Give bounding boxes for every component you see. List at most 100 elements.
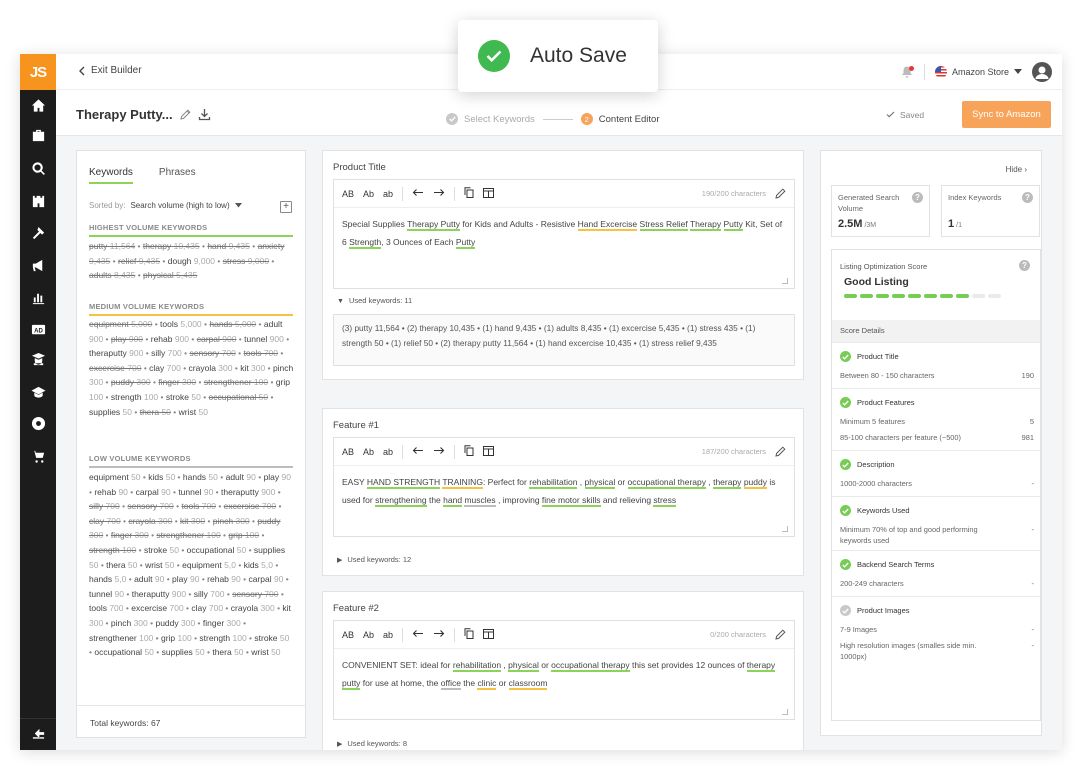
keyword-item[interactable]: silly 700 xyxy=(151,348,182,358)
hide-panel-button[interactable]: Hide › xyxy=(1006,165,1027,174)
keyword-item[interactable]: finger 300 xyxy=(203,618,241,628)
bell-icon[interactable] xyxy=(900,65,914,79)
download-icon[interactable] xyxy=(198,108,211,121)
used-keywords-toggle[interactable]: ▶ Used keywords: 8 xyxy=(337,739,407,748)
keyword-item[interactable]: sensory 700 xyxy=(232,589,278,599)
keyword-item[interactable]: sensory 700 xyxy=(127,501,173,511)
copy-icon[interactable] xyxy=(464,187,474,200)
keyword-item[interactable]: equipment 50 xyxy=(89,472,141,482)
keyword-item[interactable]: tools 5,000 xyxy=(160,319,202,329)
keyword-item[interactable]: excersise 700 xyxy=(224,501,276,511)
keyword-item[interactable]: strengthener 100 xyxy=(204,377,268,387)
keyword-item[interactable]: dough 9,000 xyxy=(168,256,215,266)
resize-handle[interactable] xyxy=(782,278,788,284)
keyword-item[interactable]: clay 700 xyxy=(149,363,181,373)
keyword-item[interactable]: putty 11,564 xyxy=(89,241,135,251)
keyword-item[interactable]: stroke 50 xyxy=(254,633,289,643)
keyword-item[interactable]: rehab 90 xyxy=(207,574,241,584)
editor-text[interactable]: EASY HAND STRENGTH TRAINING: Perfect for… xyxy=(334,466,794,516)
capitalize-button[interactable]: Ab xyxy=(363,447,374,457)
keyword-item[interactable]: excercise 700 xyxy=(131,603,183,613)
sort-control[interactable]: Sorted by: Search volume (high to low) xyxy=(89,201,294,210)
keyword-item[interactable]: thera 50 xyxy=(212,647,243,657)
pencil-icon[interactable] xyxy=(775,446,786,459)
logo[interactable]: JS xyxy=(20,54,56,90)
keyword-item[interactable]: play 900 xyxy=(111,334,143,344)
castle-icon[interactable] xyxy=(20,185,56,215)
keyword-item[interactable]: stroke 50 xyxy=(144,545,179,555)
megaphone-icon[interactable] xyxy=(20,250,56,280)
lowercase-button[interactable]: ab xyxy=(383,189,393,199)
keyword-item[interactable]: finger 300 xyxy=(158,377,196,387)
keyword-item[interactable]: supplies 50 xyxy=(89,407,132,417)
preview-icon[interactable] xyxy=(483,628,495,641)
keyword-item[interactable]: carpal 90 xyxy=(136,487,171,497)
used-keywords-toggle[interactable]: ▶ Used keywords: 12 xyxy=(337,555,411,564)
keyword-item[interactable]: adult 90 xyxy=(134,574,164,584)
keyword-item[interactable]: kids 5,0 xyxy=(244,560,273,570)
uppercase-button[interactable]: AB xyxy=(342,189,354,199)
keyword-item[interactable]: hands 5,0 xyxy=(89,574,126,584)
preview-icon[interactable] xyxy=(483,445,495,458)
briefcase-icon[interactable] xyxy=(20,120,56,150)
keyword-item[interactable]: rehab 900 xyxy=(151,334,189,344)
undo-icon[interactable] xyxy=(412,188,424,199)
lowercase-button[interactable]: ab xyxy=(383,447,393,457)
keyword-item[interactable]: hand 9,435 xyxy=(207,241,250,251)
keyword-item[interactable]: occupational 50 xyxy=(209,392,269,402)
uppercase-button[interactable]: AB xyxy=(342,630,354,640)
avatar[interactable] xyxy=(1032,62,1052,82)
keyword-item[interactable]: carpal 900 xyxy=(197,334,237,344)
home-icon[interactable] xyxy=(20,90,56,120)
keyword-item[interactable]: tunnel 900 xyxy=(244,334,284,344)
keyword-item[interactable]: wrist 50 xyxy=(145,560,174,570)
keyword-item[interactable]: hands 5,000 xyxy=(209,319,256,329)
keyword-item[interactable]: theraputty 900 xyxy=(89,348,143,358)
keyword-item[interactable]: therapy 10,435 xyxy=(143,241,200,251)
keyword-item[interactable]: rehab 90 xyxy=(94,487,128,497)
help-icon[interactable]: ? xyxy=(1022,192,1033,203)
keyword-item[interactable]: crayola 300 xyxy=(231,603,275,613)
keyword-item[interactable]: strength 100 xyxy=(199,633,246,643)
keyword-item[interactable]: play 90 xyxy=(264,472,291,482)
pencil-icon[interactable] xyxy=(775,188,786,201)
store-selector[interactable]: Amazon Store xyxy=(934,66,1022,78)
keyword-item[interactable]: finger 300 xyxy=(111,530,149,540)
tab-keywords[interactable]: Keywords xyxy=(89,167,133,184)
cart-icon[interactable] xyxy=(20,441,56,471)
keyword-item[interactable]: tools 700 xyxy=(89,603,124,613)
uppercase-button[interactable]: AB xyxy=(342,447,354,457)
keyword-item[interactable]: clay 700 xyxy=(191,603,223,613)
keyword-item[interactable]: relief 9,435 xyxy=(118,256,160,266)
add-keyword-button[interactable]: + xyxy=(280,201,292,213)
capitalize-button[interactable]: Ab xyxy=(363,630,374,640)
keyword-item[interactable]: physical 5,435 xyxy=(143,270,197,280)
keyword-item[interactable]: adults 8,435 xyxy=(89,270,135,280)
keyword-item[interactable]: theraputty 900 xyxy=(221,487,275,497)
keyword-item[interactable]: tunnel 90 xyxy=(178,487,213,497)
keyword-item[interactable]: tunnel 90 xyxy=(89,589,124,599)
keyword-item[interactable]: occupational 50 xyxy=(187,545,247,555)
student-icon[interactable] xyxy=(20,344,56,374)
keyword-item[interactable]: pinch 300 xyxy=(111,618,148,628)
keyword-item[interactable]: strengthener 100 xyxy=(89,633,153,643)
undo-icon[interactable] xyxy=(412,446,424,457)
sync-to-amazon-button[interactable]: Sync to Amazon xyxy=(962,101,1051,128)
keyword-item[interactable]: kit 300 xyxy=(180,516,205,526)
help-icon[interactable]: ? xyxy=(1019,260,1030,271)
keyword-item[interactable]: grip 100 xyxy=(161,633,192,643)
pencil-icon[interactable] xyxy=(179,109,191,120)
chrome-icon[interactable] xyxy=(20,408,56,438)
keyword-item[interactable]: grip 100 xyxy=(228,530,259,540)
keyword-item[interactable]: adult 90 xyxy=(226,472,256,482)
editor-text[interactable]: Special Supplies Therapy Putty for Kids … xyxy=(334,208,794,258)
resize-handle[interactable] xyxy=(782,526,788,532)
redo-icon[interactable] xyxy=(433,188,445,199)
keyword-item[interactable]: strengthener 100 xyxy=(156,530,220,540)
keyword-item[interactable]: clay 700 xyxy=(89,516,121,526)
keyword-item[interactable]: stroke 50 xyxy=(166,392,201,402)
keyword-item[interactable]: stress 9,000 xyxy=(223,256,269,266)
keyword-item[interactable]: excercise 700 xyxy=(89,363,141,373)
capitalize-button[interactable]: Ab xyxy=(363,189,374,199)
keyword-item[interactable]: sensory 700 xyxy=(189,348,235,358)
